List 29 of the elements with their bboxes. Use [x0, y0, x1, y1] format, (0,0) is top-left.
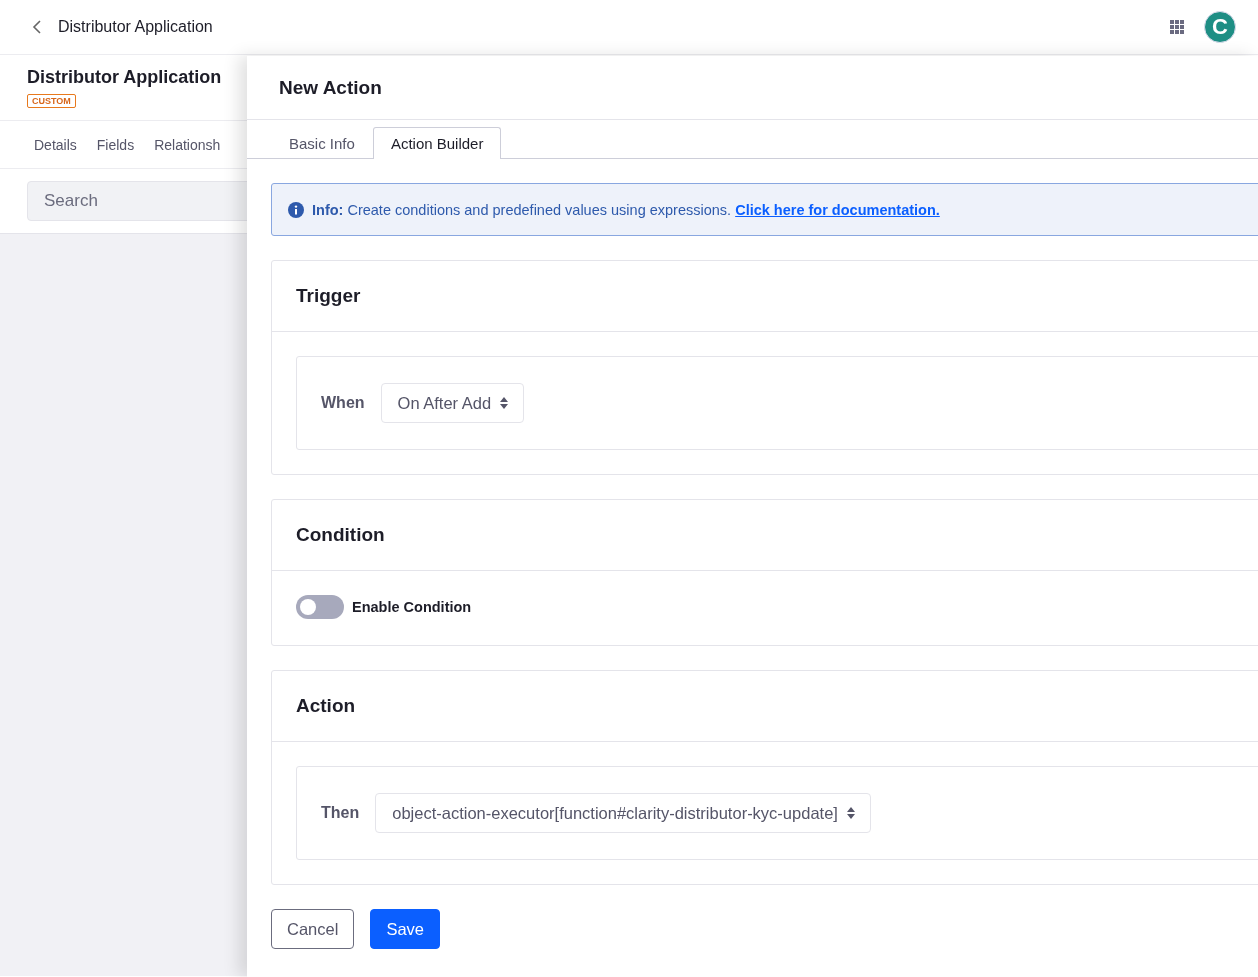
user-avatar[interactable]: C	[1204, 11, 1236, 43]
info-icon	[288, 201, 304, 218]
select-field[interactable]: On After Add	[380, 383, 525, 423]
toggle-label: Enable Condition	[352, 599, 472, 615]
apps-grid-icon[interactable]	[1170, 20, 1184, 34]
panel-title: New Action	[247, 56, 1258, 120]
save-button[interactable]: Save	[370, 909, 440, 949]
tab[interactable]: Action Builder	[372, 127, 502, 159]
object-title: Distributor Application	[27, 66, 222, 89]
sort-caret-icon	[845, 806, 856, 820]
page-title: Distributor Application	[58, 18, 214, 36]
section-title: Condition	[272, 500, 1258, 571]
tab[interactable]: Relationsh	[144, 136, 231, 153]
tab[interactable]: Basic Info	[271, 127, 373, 159]
select-field[interactable]: object-action-executor[function#clarity-distributor-kyc-update]	[375, 793, 871, 833]
tab[interactable]: Fields	[86, 136, 145, 153]
info-text: Info: Create conditions and predefined values using expressions. Click here for documentation.	[312, 201, 940, 218]
section-title: Trigger	[272, 261, 1258, 332]
sort-caret-icon	[499, 396, 510, 410]
field-label: When	[321, 394, 365, 412]
section-title: Action	[272, 671, 1258, 742]
custom-badge: CUSTOM	[27, 94, 76, 108]
back-icon[interactable]	[32, 19, 42, 35]
search-field[interactable]: Search	[27, 181, 247, 221]
documentation-link[interactable]: Click here for documentation.	[735, 201, 940, 218]
field-label: Then	[321, 804, 360, 822]
toggle-switch[interactable]	[296, 595, 344, 619]
tab[interactable]: Details	[24, 136, 87, 153]
cancel-button[interactable]: Cancel	[271, 909, 355, 949]
